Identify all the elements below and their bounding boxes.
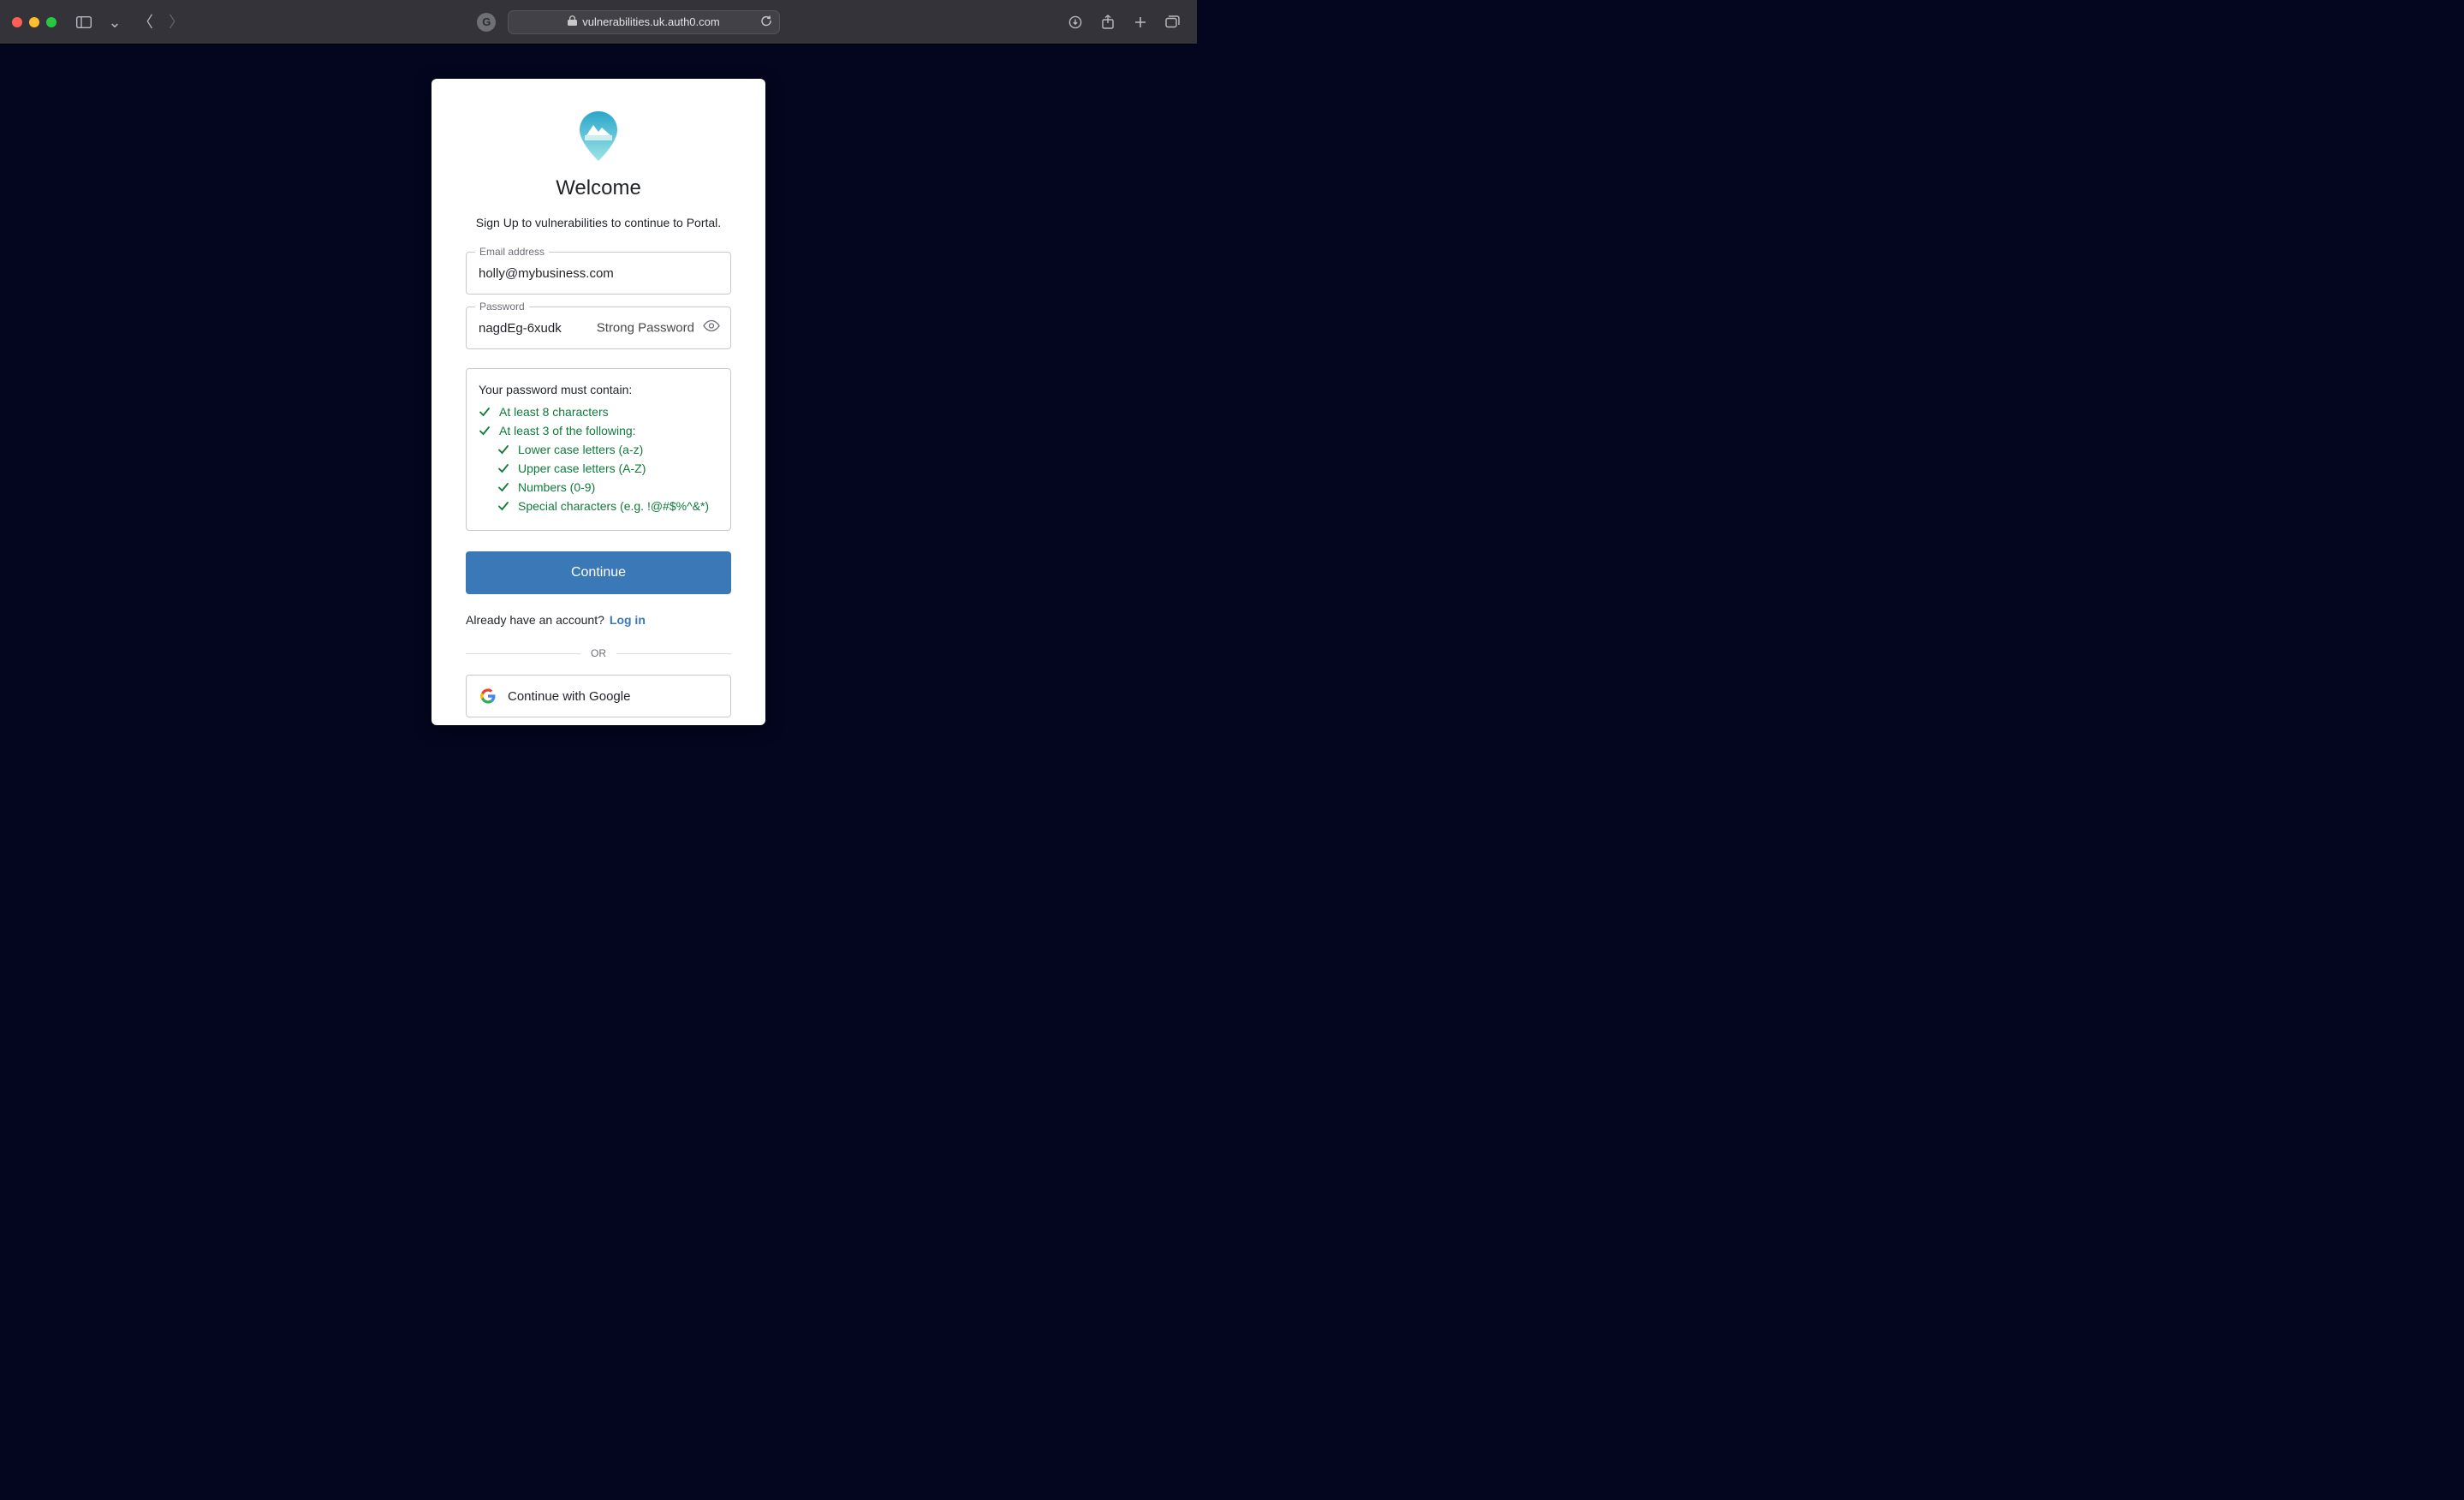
rule-item: Numbers (0-9): [479, 480, 718, 494]
share-icon: [1102, 15, 1114, 29]
download-icon: [1068, 15, 1082, 29]
password-rules-box: Your password must contain: At least 8 c…: [466, 368, 731, 531]
rule-text: Special characters (e.g. !@#$%^&*): [518, 499, 709, 513]
check-icon: [497, 481, 509, 493]
tab-overview-button[interactable]: [1161, 10, 1185, 34]
google-logo-icon: [480, 688, 496, 704]
already-have-account-text: Already have an account?: [466, 613, 604, 627]
signup-card: Welcome Sign Up to vulnerabilities to co…: [431, 79, 765, 725]
chevron-right-icon: 〉: [169, 15, 184, 30]
lock-icon: [568, 15, 577, 28]
browser-toolbar: ⌄ 〈 〉 G vulnerabilities.uk.auth0.com: [0, 0, 1197, 45]
continue-button[interactable]: Continue: [466, 551, 731, 594]
plus-icon: [1134, 15, 1147, 29]
nav-forward-button[interactable]: 〉: [164, 10, 188, 34]
password-strength-hint: Strong Password: [592, 321, 694, 336]
rule-item: At least 3 of the following:: [479, 424, 718, 438]
rule-item: Upper case letters (A-Z): [479, 461, 718, 475]
google-button-label: Continue with Google: [508, 689, 630, 704]
eye-icon: [703, 320, 720, 332]
share-button[interactable]: [1096, 10, 1120, 34]
check-icon: [497, 443, 509, 455]
address-bar[interactable]: vulnerabilities.uk.auth0.com: [508, 10, 779, 34]
address-bar-url: vulnerabilities.uk.auth0.com: [582, 15, 719, 28]
rule-item: At least 8 characters: [479, 405, 718, 419]
reload-icon: [760, 15, 772, 27]
continue-with-google-button[interactable]: Continue with Google: [466, 675, 731, 717]
rule-text: At least 3 of the following:: [499, 424, 636, 438]
check-icon: [479, 406, 491, 418]
or-label: OR: [591, 647, 606, 659]
chevron-down-icon: ⌄: [108, 15, 121, 30]
check-icon: [497, 500, 509, 512]
or-separator: OR: [466, 647, 731, 659]
password-rules-heading: Your password must contain:: [479, 383, 718, 396]
window-close-button[interactable]: [12, 17, 22, 27]
app-logo: [466, 111, 731, 161]
rule-text: Numbers (0-9): [518, 480, 595, 494]
tabs-icon: [1165, 15, 1180, 28]
sidebar-icon: [76, 16, 92, 28]
rule-item: Lower case letters (a-z): [479, 443, 718, 456]
rule-item: Special characters (e.g. !@#$%^&*): [479, 499, 718, 513]
password-field[interactable]: Password Strong Password: [466, 307, 731, 349]
check-icon: [479, 425, 491, 437]
new-tab-button[interactable]: [1128, 10, 1152, 34]
page-background: Welcome Sign Up to vulnerabilities to co…: [0, 45, 1197, 725]
email-field[interactable]: Email address: [466, 252, 731, 295]
email-label: Email address: [475, 246, 549, 258]
page-title: Welcome: [466, 176, 731, 200]
page-subtitle: Sign Up to vulnerabilities to continue t…: [466, 216, 731, 229]
grammarly-extension-icon[interactable]: G: [477, 13, 496, 32]
reload-button[interactable]: [760, 15, 772, 29]
login-link[interactable]: Log in: [610, 613, 646, 627]
map-pin-logo-icon: [580, 111, 617, 161]
window-minimize-button[interactable]: [29, 17, 39, 27]
tab-group-dropdown[interactable]: ⌄: [103, 10, 127, 34]
chevron-left-icon: 〈: [138, 15, 153, 30]
check-icon: [497, 462, 509, 474]
nav-back-button[interactable]: 〈: [134, 10, 158, 34]
toggle-password-visibility[interactable]: [703, 320, 720, 336]
sidebar-toggle-button[interactable]: [72, 10, 96, 34]
rule-text: At least 8 characters: [499, 405, 609, 419]
rule-text: Upper case letters (A-Z): [518, 461, 646, 475]
password-label: Password: [475, 301, 529, 312]
separator-line: [466, 653, 580, 654]
email-input[interactable]: [467, 253, 730, 294]
window-zoom-button[interactable]: [46, 17, 57, 27]
login-prompt: Already have an account? Log in: [466, 613, 731, 627]
window-controls: [12, 17, 57, 27]
downloads-button[interactable]: [1063, 10, 1087, 34]
separator-line: [616, 653, 731, 654]
rule-text: Lower case letters (a-z): [518, 443, 643, 456]
